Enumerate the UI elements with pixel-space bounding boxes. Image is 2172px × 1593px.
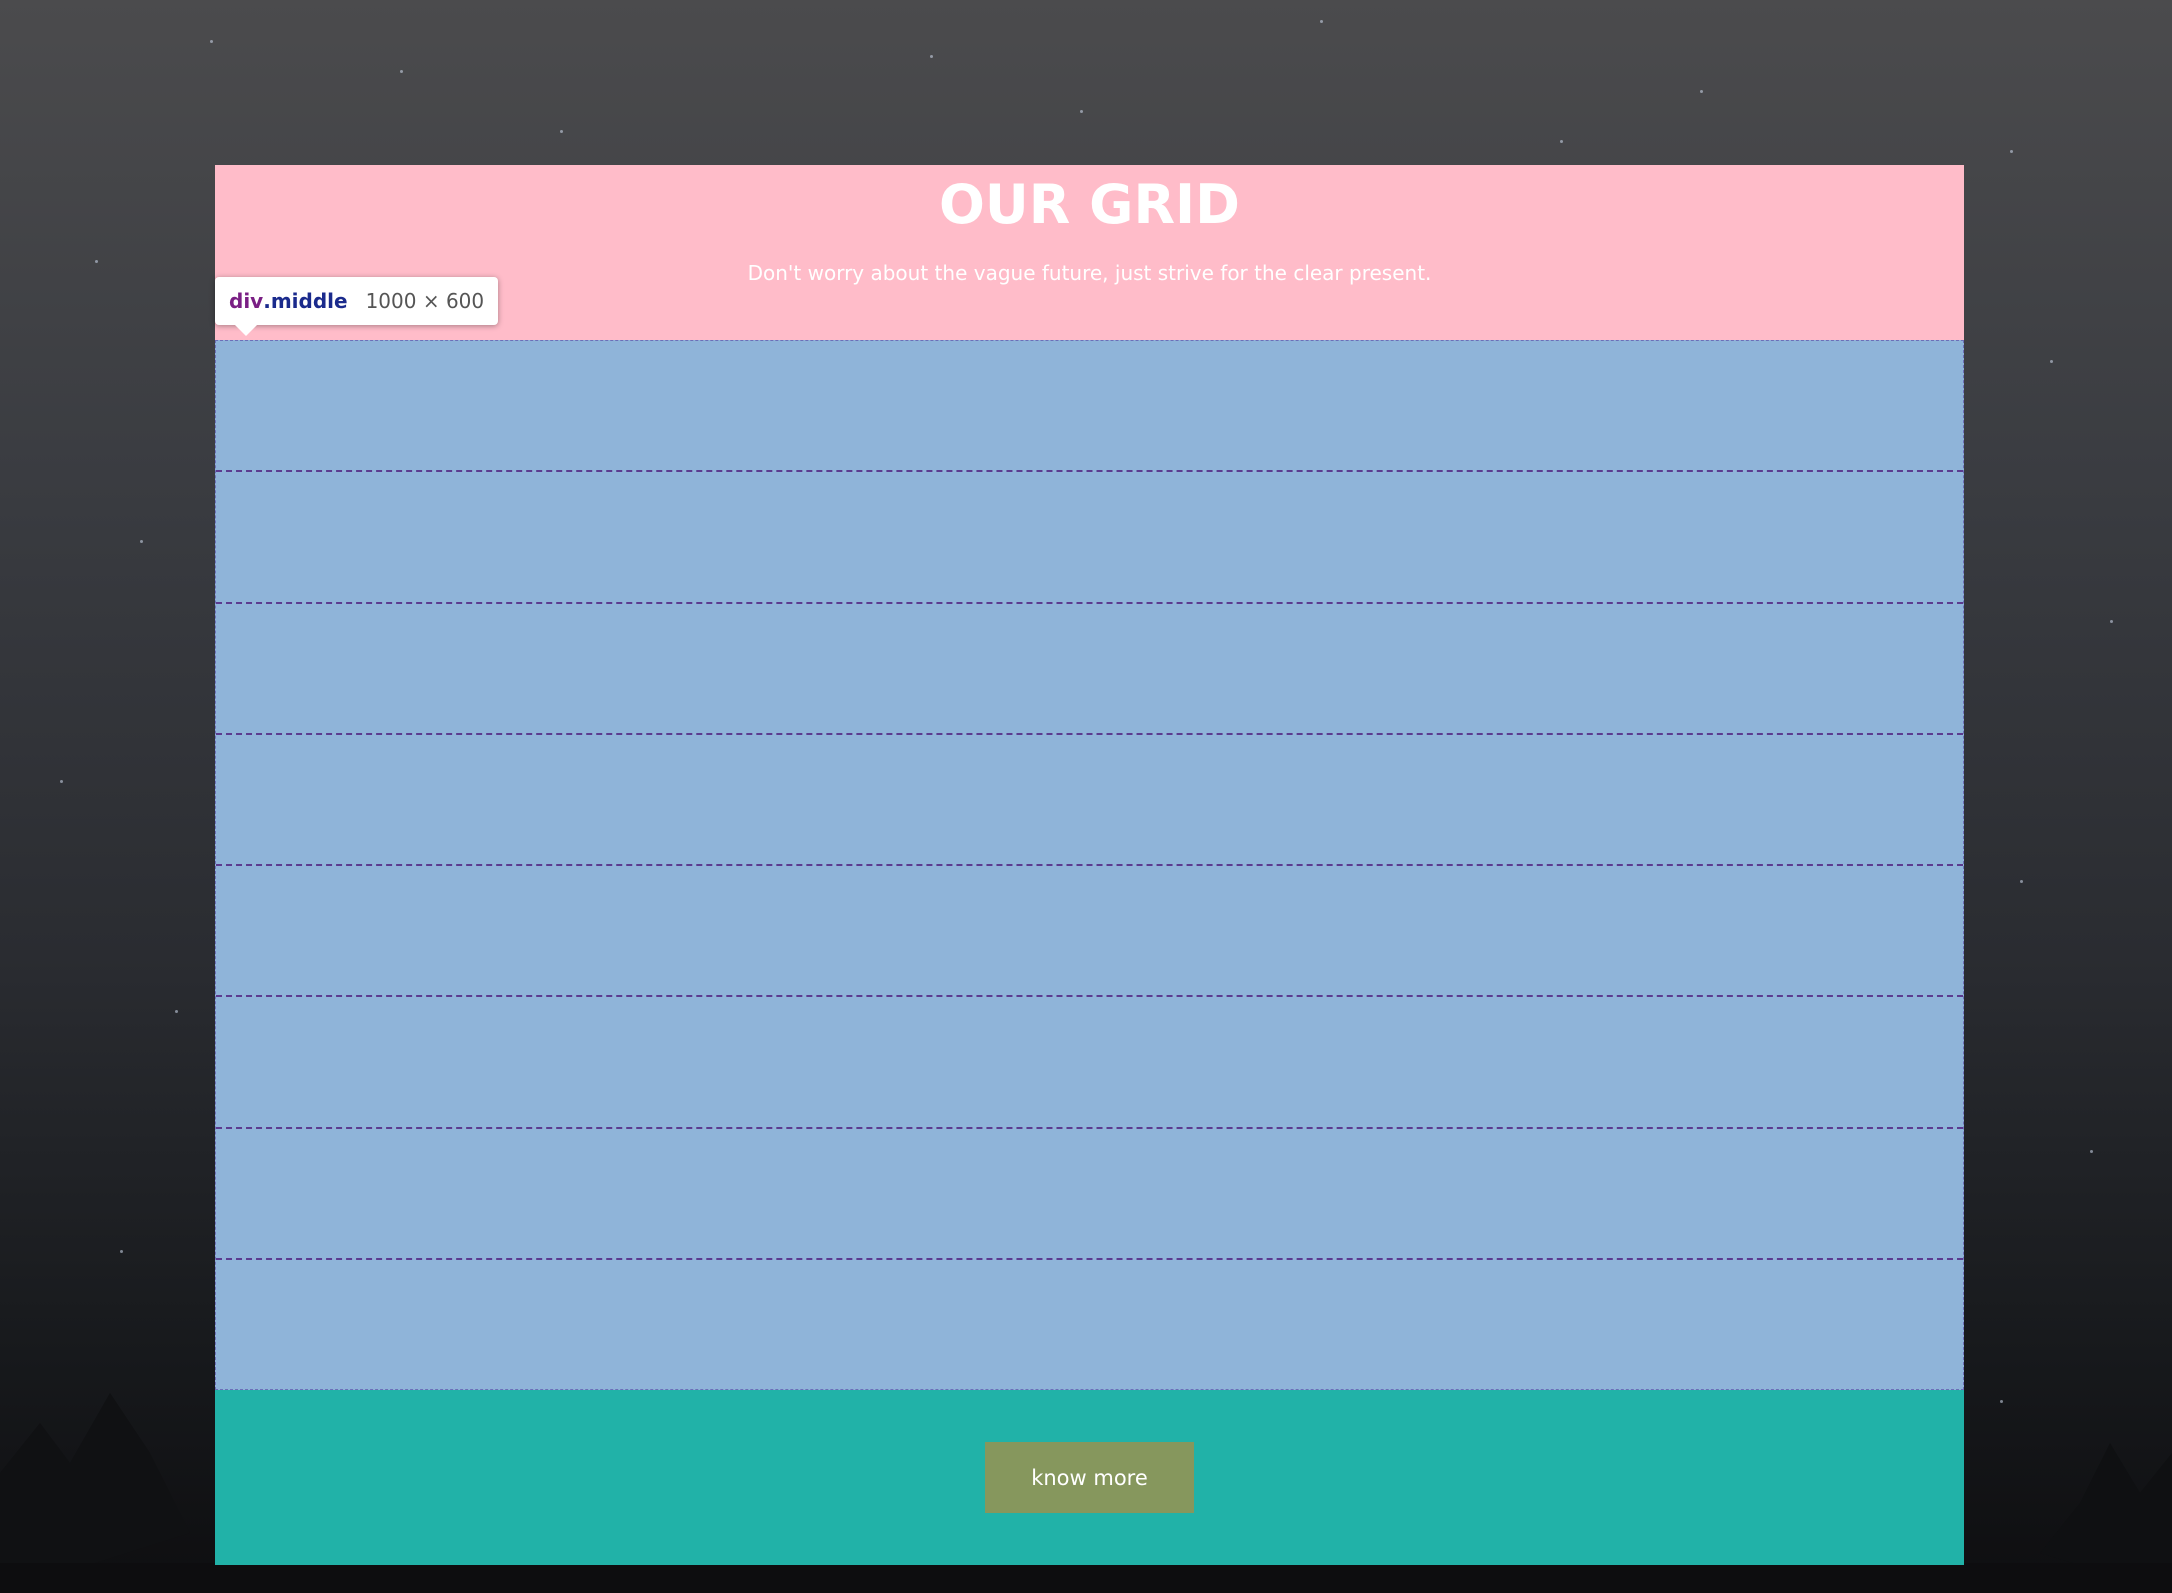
tooltip-tag-name: div xyxy=(229,289,264,313)
grid-row xyxy=(216,1129,1963,1260)
devtools-inspector-tooltip: div .middle 1000 × 600 xyxy=(215,277,499,325)
know-more-button[interactable]: know more xyxy=(985,1442,1194,1513)
grid-row xyxy=(216,1260,1963,1391)
grid-row xyxy=(216,604,1963,735)
footer-section: know more xyxy=(215,1390,1964,1565)
tooltip-dimensions: 1000 × 600 xyxy=(365,289,485,313)
tooltip-class-name: .middle xyxy=(263,289,348,313)
middle-section xyxy=(215,340,1964,1390)
page-title: OUR GRID xyxy=(939,173,1240,236)
grid-row xyxy=(216,735,1963,866)
grid-row xyxy=(216,997,1963,1129)
grid-container: OUR GRID Don't worry about the vague fut… xyxy=(215,165,1964,1565)
grid-row xyxy=(216,472,1963,604)
tooltip-pointer xyxy=(235,325,257,336)
grid-row xyxy=(216,866,1963,998)
grid-row xyxy=(216,341,1963,473)
